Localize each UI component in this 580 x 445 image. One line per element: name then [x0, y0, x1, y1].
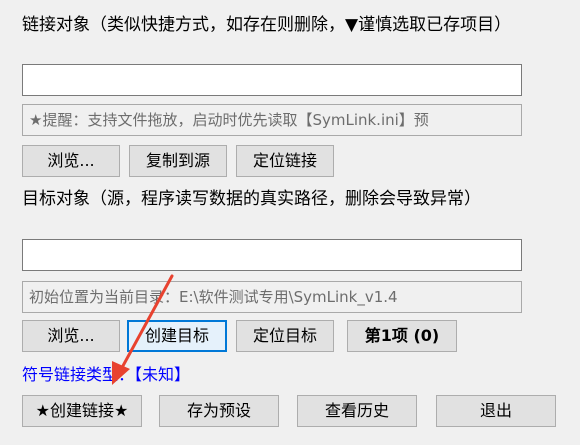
- link-browse-button[interactable]: 浏览...: [22, 145, 120, 177]
- target-hint-field[interactable]: 初始位置为当前目录：E:\软件测试专用\SymLink_v1.4: [22, 281, 522, 313]
- target-object-label: 目标对象（源，程序读写数据的真实路径，删除会导致异常）: [22, 189, 481, 209]
- link-type-caption: 符号链接类型：: [22, 365, 135, 384]
- view-history-button[interactable]: 查看历史: [297, 395, 417, 427]
- link-object-label: 链接对象（类似快捷方式，如存在则删除，▼谨慎选取已存项目）: [22, 15, 512, 35]
- link-type-value: 【未知】: [134, 365, 191, 384]
- create-target-button[interactable]: 创建目标: [127, 320, 227, 352]
- link-type-label: 符号链接类型：【未知】: [22, 364, 322, 386]
- exit-button[interactable]: 退出: [436, 395, 556, 427]
- save-preset-button[interactable]: 存为预设: [159, 395, 279, 427]
- copy-to-source-button[interactable]: 复制到源: [129, 145, 227, 177]
- locate-link-button[interactable]: 定位链接: [236, 145, 334, 177]
- item-counter-button[interactable]: 第1项 (0): [347, 320, 457, 352]
- link-hint-field[interactable]: ★提醒：支持文件拖放，启动时优先读取【SymLink.ini】预: [22, 104, 522, 136]
- locate-target-button[interactable]: 定位目标: [236, 320, 334, 352]
- target-object-input[interactable]: [22, 239, 522, 271]
- create-link-button[interactable]: ★创建链接★: [22, 395, 142, 427]
- link-object-input[interactable]: [22, 64, 522, 96]
- target-browse-button[interactable]: 浏览...: [22, 320, 120, 352]
